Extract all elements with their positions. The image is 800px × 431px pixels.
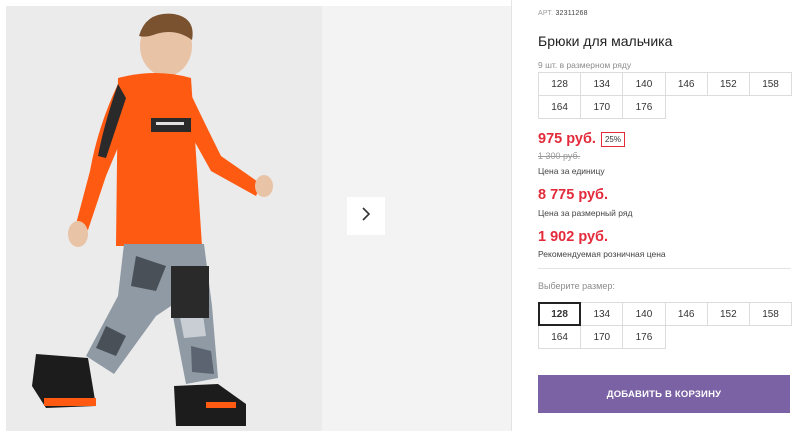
discount-badge: 25% <box>600 131 625 147</box>
old-price: 1 300 руб. <box>538 151 581 161</box>
pack-size-cell: 158 <box>748 72 793 96</box>
size-option[interactable]: 152 <box>706 302 750 326</box>
unit-price-label: Цена за единицу <box>538 166 605 176</box>
gallery-next-button[interactable] <box>347 197 385 235</box>
article-label: АРТ. <box>538 10 554 17</box>
unit-price-row: 975 руб. 25% <box>538 131 625 147</box>
size-option[interactable]: 164 <box>538 325 582 349</box>
size-option-selected[interactable]: 128 <box>538 302 582 326</box>
size-option[interactable]: 176 <box>622 325 666 349</box>
article-value: 32311268 <box>555 10 588 17</box>
article-number: АРТ. 32311268 <box>538 10 588 17</box>
pack-size-cell: 140 <box>622 72 666 96</box>
boy-model-image <box>6 6 322 431</box>
unit-price: 975 руб. <box>538 131 596 147</box>
size-row-price-label: Цена за размерный ряд <box>538 208 633 218</box>
size-option[interactable]: 170 <box>580 325 624 349</box>
chevron-right-icon <box>360 206 372 227</box>
horizontal-divider <box>538 268 791 269</box>
pack-size-cell: 146 <box>664 72 708 96</box>
product-title: Брюки для мальчика <box>538 33 673 49</box>
size-option[interactable]: 158 <box>748 302 793 326</box>
pack-size-note: 9 шт. в размерном ряду <box>538 60 632 70</box>
pack-size-cell: 128 <box>538 72 582 96</box>
size-option[interactable]: 140 <box>622 302 666 326</box>
retail-price: 1 902 руб. <box>538 229 609 245</box>
size-row-price: 8 775 руб. <box>538 187 609 203</box>
product-photo[interactable] <box>6 6 322 431</box>
size-option[interactable]: 146 <box>664 302 708 326</box>
size-picker-grid: 128 134 140 146 152 158 164 170 176 <box>538 302 793 349</box>
pack-size-cell: 134 <box>580 72 624 96</box>
choose-size-label: Выберите размер: <box>538 281 615 291</box>
retail-price-label: Рекомендуемая розничная цена <box>538 249 666 259</box>
size-option[interactable]: 134 <box>580 302 624 326</box>
product-page: АРТ. 32311268 Брюки для мальчика 9 шт. в… <box>0 0 800 431</box>
vertical-divider <box>511 0 512 431</box>
add-to-cart-button[interactable]: ДОБАВИТЬ В КОРЗИНУ <box>538 375 790 413</box>
pack-sizes-grid: 128 134 140 146 152 158 164 170 176 <box>538 72 793 119</box>
pack-size-cell: 170 <box>580 95 624 119</box>
pack-size-cell: 176 <box>622 95 666 119</box>
pack-size-cell: 164 <box>538 95 582 119</box>
product-gallery <box>6 6 511 431</box>
pack-size-cell: 152 <box>706 72 750 96</box>
